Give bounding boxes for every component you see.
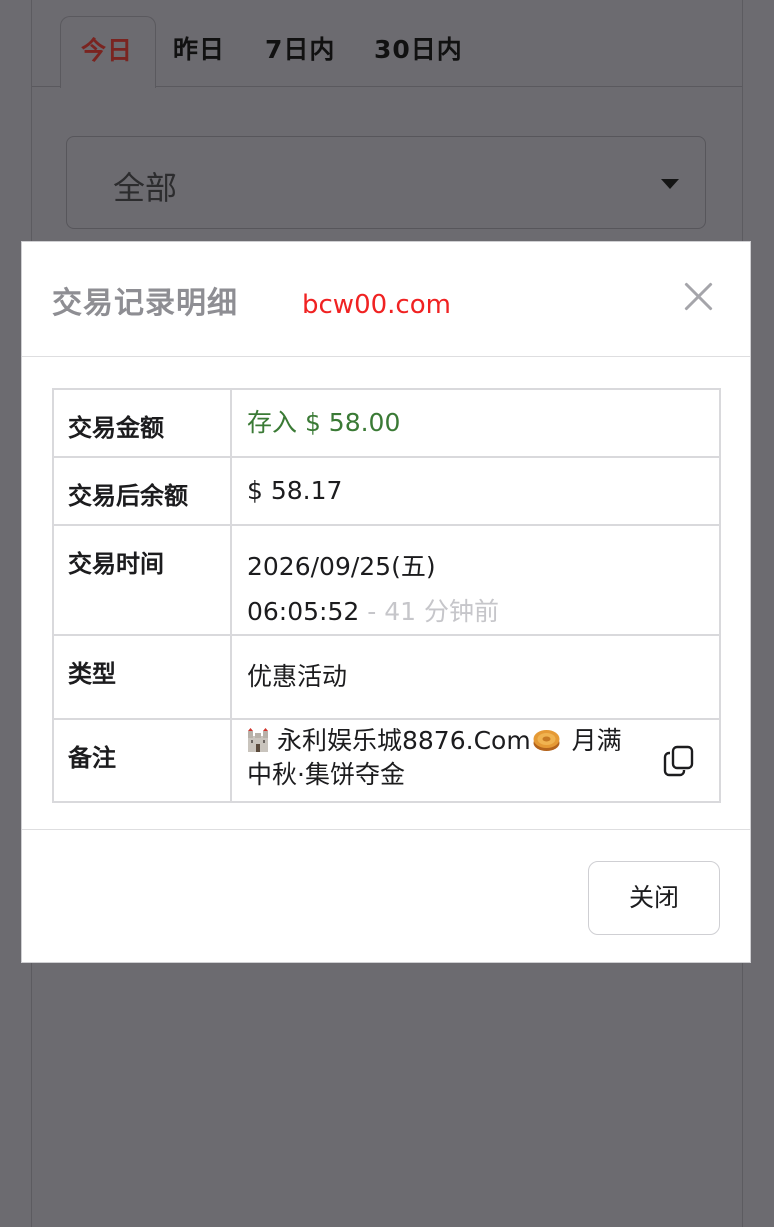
tab-7-days[interactable]: 7日内 [265,30,335,66]
balance-value: $ 58.17 [230,456,721,526]
category-filter-select[interactable]: 全部 [66,136,706,229]
close-button[interactable]: 关闭 [588,861,720,935]
mooncake-emoji-icon [533,730,560,751]
time-clock: 06:05:52 [247,597,360,626]
table-row: 交易金额 存入 $ 58.00 [52,388,721,458]
table-row: 交易后余额 $ 58.17 [52,456,721,526]
transaction-detail-table: 交易金额 存入 $ 58.00 交易后余额 $ 58.17 交易时间 2026/… [52,388,721,803]
amount-value: 存入 $ 58.00 [247,408,401,437]
amount-value-cell: 存入 $ 58.00 [230,388,721,458]
type-label: 类型 [52,634,232,720]
castle-emoji-icon [248,728,268,752]
transaction-detail-modal: 交易记录明细 bcw00.com 交易金额 存入 $ 58.00 交易后余额 $… [21,241,751,963]
note-value: 永利娱乐城8876.Com 月满中秋·集饼夺金 [247,724,627,792]
table-row: 备注 永利娱乐城8876.Com 月满中秋·集饼夺金 [52,718,721,803]
tab-today-label: 今日 [81,36,134,65]
modal-footer: 关闭 [22,829,750,963]
watermark-text: bcw00.com [302,290,451,320]
time-relative: - 41 分钟前 [359,597,499,626]
category-filter-value: 全部 [113,169,178,207]
chevron-down-icon [661,179,679,189]
type-value: 优惠活动 [230,634,721,720]
close-icon[interactable] [682,280,714,312]
time-value-cell: 2026/09/25(五) 06:05:52 - 41 分钟前 [230,524,721,636]
modal-header: 交易记录明细 bcw00.com [22,242,750,357]
balance-label: 交易后余额 [52,456,232,526]
tab-yesterday[interactable]: 昨日 [173,30,225,66]
note-value-part1: 永利娱乐城8876.Com [277,726,531,755]
note-value-cell: 永利娱乐城8876.Com 月满中秋·集饼夺金 [230,718,721,803]
time-label: 交易时间 [52,524,232,636]
tab-today[interactable]: 今日 [60,16,156,88]
table-row: 类型 优惠活动 [52,634,721,720]
tab-30-days[interactable]: 30日内 [374,30,463,66]
time-date: 2026/09/25(五) [247,552,436,581]
copy-icon[interactable] [663,745,695,777]
note-label: 备注 [52,718,232,803]
date-range-tabs: 今日 昨日 7日内 30日内 [32,0,742,88]
table-row: 交易时间 2026/09/25(五) 06:05:52 - 41 分钟前 [52,524,721,636]
amount-label: 交易金额 [52,388,232,458]
modal-title: 交易记录明细 [52,286,238,321]
